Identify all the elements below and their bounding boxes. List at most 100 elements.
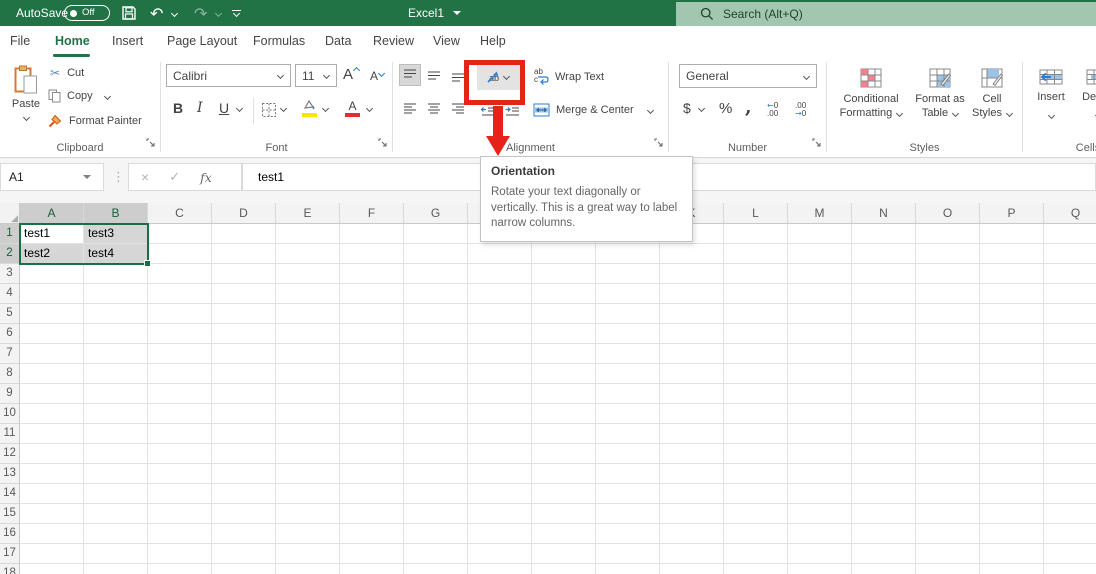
cell-K2[interactable] — [660, 244, 724, 264]
cell-B13[interactable] — [84, 464, 148, 484]
cell-E11[interactable] — [276, 424, 340, 444]
increase-decimal-button[interactable]: ←0 .00 — [767, 102, 778, 118]
cell-Q11[interactable] — [1044, 424, 1096, 444]
borders-button[interactable] — [261, 102, 277, 118]
cell-L13[interactable] — [724, 464, 788, 484]
cell-A14[interactable] — [20, 484, 84, 504]
cell-F1[interactable] — [340, 224, 404, 244]
decrease-font-size-button[interactable]: A — [370, 69, 386, 83]
format-painter-button[interactable]: Format Painter — [48, 113, 142, 128]
cell-H10[interactable] — [468, 404, 532, 424]
cell-M1[interactable] — [788, 224, 852, 244]
cell-M6[interactable] — [788, 324, 852, 344]
cell-D17[interactable] — [212, 544, 276, 564]
cell-Q17[interactable] — [1044, 544, 1096, 564]
cell-B11[interactable] — [84, 424, 148, 444]
cell-P1[interactable] — [980, 224, 1044, 244]
cell-L10[interactable] — [724, 404, 788, 424]
cell-M14[interactable] — [788, 484, 852, 504]
redo-button[interactable]: ↷ — [194, 0, 207, 26]
enter-icon[interactable]: ✓ — [169, 170, 180, 185]
cell-L4[interactable] — [724, 284, 788, 304]
undo-dropdown[interactable] — [170, 0, 179, 26]
column-header-Q[interactable]: Q — [1044, 203, 1096, 224]
cell-L17[interactable] — [724, 544, 788, 564]
cell-N2[interactable] — [852, 244, 916, 264]
tab-data[interactable]: Data — [325, 34, 351, 48]
cell-D4[interactable] — [212, 284, 276, 304]
cell-K13[interactable] — [660, 464, 724, 484]
row-header-13[interactable]: 13 — [0, 464, 20, 484]
cell-D14[interactable] — [212, 484, 276, 504]
cell-H12[interactable] — [468, 444, 532, 464]
cell-styles-button[interactable]: Cell Styles — [969, 62, 1015, 120]
cell-A13[interactable] — [20, 464, 84, 484]
cell-A4[interactable] — [20, 284, 84, 304]
cell-H4[interactable] — [468, 284, 532, 304]
column-header-O[interactable]: O — [916, 203, 980, 224]
clipboard-dialog-launcher[interactable] — [146, 134, 155, 152]
cell-A8[interactable] — [20, 364, 84, 384]
cell-O6[interactable] — [916, 324, 980, 344]
column-header-P[interactable]: P — [980, 203, 1044, 224]
cell-I10[interactable] — [532, 404, 596, 424]
cell-H18[interactable] — [468, 564, 532, 574]
cell-C17[interactable] — [148, 544, 212, 564]
cell-K12[interactable] — [660, 444, 724, 464]
cell-M7[interactable] — [788, 344, 852, 364]
cell-I6[interactable] — [532, 324, 596, 344]
cell-C11[interactable] — [148, 424, 212, 444]
merge-center-button[interactable]: Merge & Center — [533, 103, 654, 117]
cell-A12[interactable] — [20, 444, 84, 464]
cell-A9[interactable] — [20, 384, 84, 404]
name-box-dropdown[interactable] — [83, 175, 91, 179]
cell-H5[interactable] — [468, 304, 532, 324]
row-header-2[interactable]: 2 — [0, 244, 20, 264]
cell-J2[interactable] — [596, 244, 660, 264]
cut-button[interactable]: ✂ Cut — [50, 66, 84, 80]
cell-L11[interactable] — [724, 424, 788, 444]
cell-F6[interactable] — [340, 324, 404, 344]
cell-P6[interactable] — [980, 324, 1044, 344]
cell-N13[interactable] — [852, 464, 916, 484]
cell-K18[interactable] — [660, 564, 724, 574]
cell-P3[interactable] — [980, 264, 1044, 284]
cell-E4[interactable] — [276, 284, 340, 304]
cell-Q10[interactable] — [1044, 404, 1096, 424]
italic-button[interactable]: I — [197, 100, 203, 116]
cell-L14[interactable] — [724, 484, 788, 504]
cell-M12[interactable] — [788, 444, 852, 464]
cell-K15[interactable] — [660, 504, 724, 524]
row-header-18[interactable]: 18 — [0, 564, 20, 574]
cell-E17[interactable] — [276, 544, 340, 564]
cell-N17[interactable] — [852, 544, 916, 564]
cell-B6[interactable] — [84, 324, 148, 344]
cell-C10[interactable] — [148, 404, 212, 424]
column-header-N[interactable]: N — [852, 203, 916, 224]
cell-K6[interactable] — [660, 324, 724, 344]
underline-dropdown[interactable] — [235, 104, 244, 113]
cell-P4[interactable] — [980, 284, 1044, 304]
insert-function-icon[interactable]: fx — [200, 170, 212, 185]
column-header-F[interactable]: F — [340, 203, 404, 224]
row-header-10[interactable]: 10 — [0, 404, 20, 424]
cell-A3[interactable] — [20, 264, 84, 284]
cell-A17[interactable] — [20, 544, 84, 564]
cancel-icon[interactable]: × — [141, 169, 149, 185]
delete-cells-button[interactable]: Delete — [1075, 62, 1096, 119]
font-name-combo[interactable]: Calibri — [166, 64, 291, 87]
cell-L8[interactable] — [724, 364, 788, 384]
cell-N14[interactable] — [852, 484, 916, 504]
cell-N1[interactable] — [852, 224, 916, 244]
cell-K9[interactable] — [660, 384, 724, 404]
cell-K16[interactable] — [660, 524, 724, 544]
cell-Q2[interactable] — [1044, 244, 1096, 264]
redo-dropdown[interactable] — [214, 0, 223, 26]
cell-E9[interactable] — [276, 384, 340, 404]
cell-G8[interactable] — [404, 364, 468, 384]
cell-O12[interactable] — [916, 444, 980, 464]
cell-K7[interactable] — [660, 344, 724, 364]
cell-D15[interactable] — [212, 504, 276, 524]
cell-A1[interactable]: test1 — [20, 224, 84, 244]
cell-H6[interactable] — [468, 324, 532, 344]
